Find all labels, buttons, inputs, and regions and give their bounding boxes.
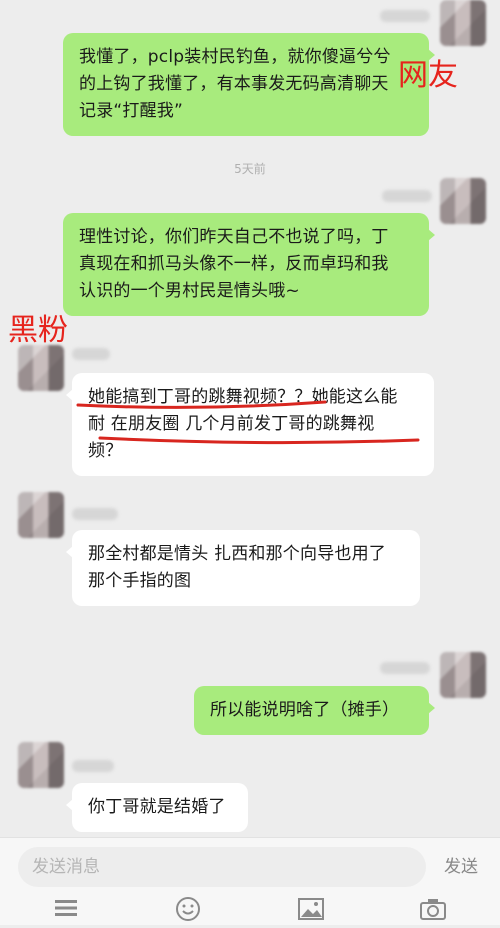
timestamp: 5天前 (234, 162, 266, 176)
message-line: 所以能说明啥了（摊手） (210, 700, 400, 720)
hater-label: 黑粉 (8, 313, 68, 348)
send-button[interactable]: 发送 (444, 847, 478, 887)
avatar[interactable] (18, 492, 64, 538)
sender-name-blurred (72, 348, 110, 360)
message-line: 那全村都是情头 扎西和那个向导也用了 (88, 544, 387, 564)
menu-icon[interactable] (52, 896, 80, 926)
image-icon[interactable] (296, 896, 326, 928)
sender-name-blurred (382, 190, 432, 202)
avatar[interactable] (440, 178, 486, 224)
message-bubble-4[interactable]: 那全村都是情头 扎西和那个向导也用了 那个手指的图 (66, 530, 420, 606)
message-line: 理性讨论，你们昨天自己不也说了吗，丁 (79, 227, 389, 247)
camera-icon[interactable] (418, 896, 448, 928)
input-bar: 发送消息 发送 (0, 837, 500, 925)
emoji-icon[interactable] (174, 896, 202, 928)
message-line: 耐 在朋友圈 几个月前发丁哥的跳舞视 (88, 414, 375, 434)
message-bubble-6[interactable]: 你丁哥就是结婚了 (66, 783, 248, 832)
netizen-label: 网友 (398, 58, 458, 93)
avatar[interactable] (440, 652, 486, 698)
message-line: 那个手指的图 (88, 571, 192, 591)
message-line: 记录“打醒我” (79, 101, 184, 121)
message-bubble-3[interactable]: 她能搞到丁哥的跳舞视频？？她能这么能 耐 在朋友圈 几个月前发丁哥的跳舞视 频？ (66, 373, 434, 476)
message-line: 她能搞到丁哥的跳舞视频？？她能这么能 (88, 387, 398, 407)
message-bubble-1[interactable]: 我懂了，pclp装村民钓鱼，就你傻逼兮兮 的上钩了我懂了，有本事发无码高清聊天 … (63, 33, 435, 136)
message-line: 认识的一个男村民是情头哦~ (79, 281, 300, 301)
sender-name-blurred (380, 10, 430, 22)
sender-name-blurred (72, 760, 114, 772)
message-line: 频？ (88, 441, 123, 461)
message-input[interactable]: 发送消息 (18, 847, 426, 887)
message-line: 的上钩了我懂了，有本事发无码高清聊天 (79, 74, 389, 94)
message-line: 你丁哥就是结婚了 (88, 797, 226, 817)
avatar[interactable] (18, 742, 64, 788)
avatar[interactable] (440, 0, 486, 46)
sender-name-blurred (72, 508, 118, 520)
message-bubble-5[interactable]: 所以能说明啥了（摊手） (194, 686, 435, 735)
avatar[interactable] (18, 345, 64, 391)
message-bubble-2[interactable]: 理性讨论，你们昨天自己不也说了吗，丁 真现在和抓马头像不一样，反而卓玛和我 认识… (63, 213, 435, 316)
message-line: 我懂了，pclp装村民钓鱼，就你傻逼兮兮 (79, 47, 391, 67)
sender-name-blurred (380, 662, 430, 674)
message-line: 真现在和抓马头像不一样，反而卓玛和我 (79, 254, 389, 274)
